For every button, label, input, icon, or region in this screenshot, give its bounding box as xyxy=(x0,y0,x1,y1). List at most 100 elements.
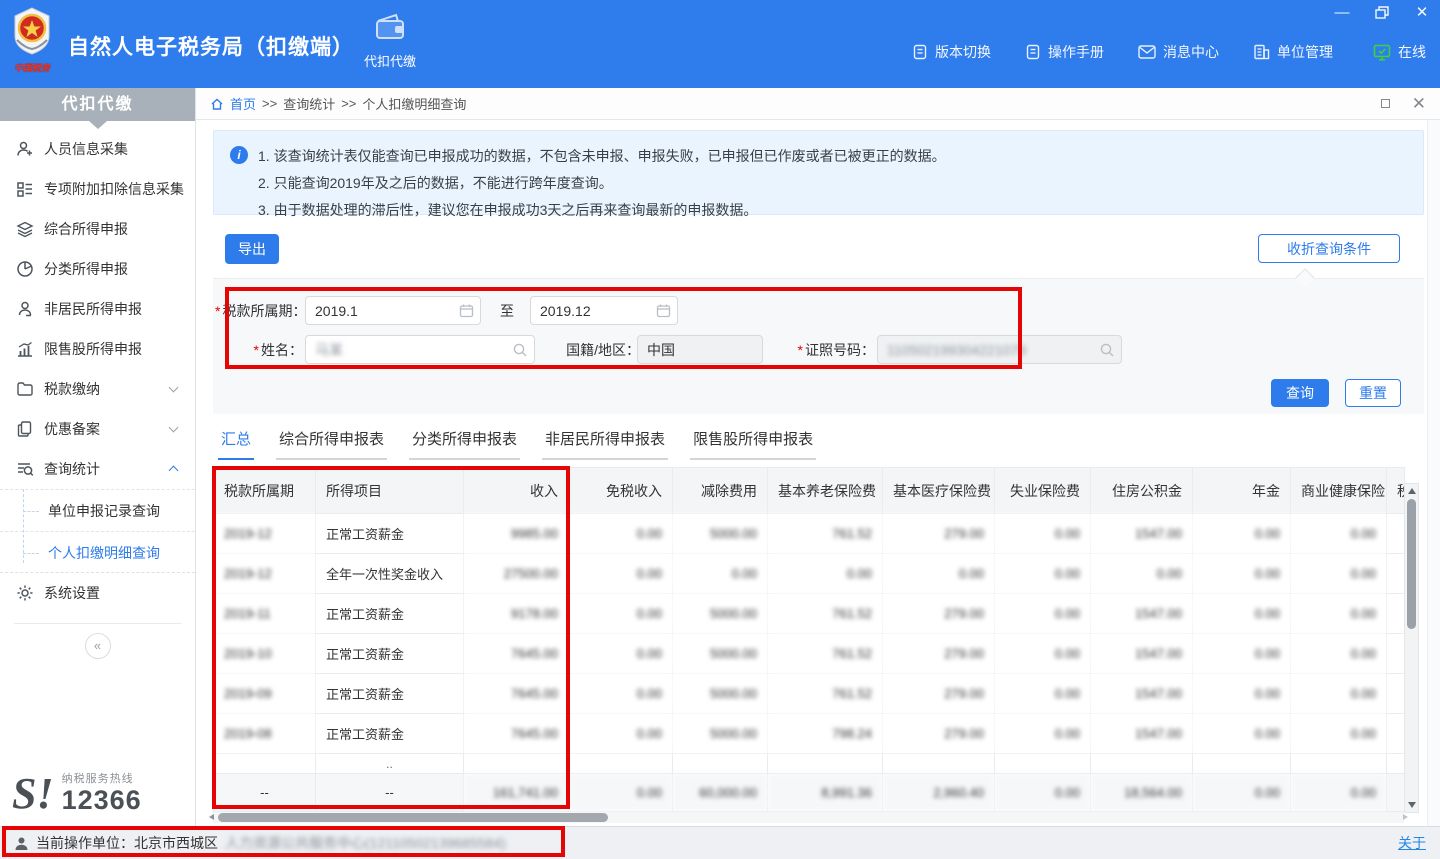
person-icon xyxy=(16,300,34,318)
table-ellipsis-row[interactable]: .. xyxy=(214,754,1405,774)
sidebar-collapse-button[interactable]: « xyxy=(85,633,111,659)
sidebar-subitem-label: 单位申报记录查询 xyxy=(48,503,160,519)
horizontal-scroll-thumb[interactable] xyxy=(218,813,608,822)
scroll-up-icon[interactable] xyxy=(1408,488,1416,494)
export-button[interactable]: 导出 xyxy=(225,234,279,264)
table-cell xyxy=(1193,754,1291,774)
table-row[interactable]: 2019-12全年一次性奖金收入27500.000.000.000.000.00… xyxy=(214,554,1405,594)
sidebar-item-classified-income[interactable]: 分类所得申报 xyxy=(0,249,195,289)
sidebar-item-personnel-info[interactable]: 人员信息采集 xyxy=(0,129,195,169)
sidebar-item-special-deduction[interactable]: 专项附加扣除信息采集 xyxy=(0,169,195,209)
sidebar-item-tax-payment[interactable]: 税款缴纳 xyxy=(0,369,195,409)
scroll-right-icon[interactable] xyxy=(1403,814,1408,820)
panel-maximize-icon[interactable] xyxy=(1381,99,1390,108)
search-button[interactable]: 查询 xyxy=(1271,379,1329,407)
content-titlebar: 首页 >> 查询统计 >> 个人扣缴明细查询 ✕ xyxy=(196,88,1440,120)
table-cell: 279.00 xyxy=(883,674,995,714)
table-summary-row[interactable]: ----161,741.000.0060,000.008,991.362,960… xyxy=(214,774,1405,812)
table-cell: 0.00 xyxy=(1291,514,1387,554)
minimize-icon[interactable]: — xyxy=(1334,4,1350,20)
breadcrumb-separator: >> xyxy=(341,96,356,111)
col-deduction: 减除费用 xyxy=(673,468,768,514)
table-horizontal-scrollbar[interactable] xyxy=(213,812,1404,823)
table-cell: 761.52 xyxy=(768,634,883,674)
col-tax-free-income: 免税收入 xyxy=(569,468,673,514)
sidebar-item-restricted-stock[interactable]: 限售股所得申报 xyxy=(0,329,195,369)
sidebar-item-nonresident-income[interactable]: 非居民所得申报 xyxy=(0,289,195,329)
id-number-input[interactable]: 110502199304221079 xyxy=(877,335,1122,364)
online-monitor-check-icon xyxy=(1373,44,1391,61)
table-row[interactable]: 2019-11正常工资薪金9178.000.005000.00761.52279… xyxy=(214,594,1405,634)
tab-restricted-stock-form[interactable]: 限售股所得申报表 xyxy=(690,428,816,460)
table-vertical-scrollbar[interactable] xyxy=(1404,483,1419,813)
reset-button[interactable]: 重置 xyxy=(1345,379,1401,407)
name-input[interactable]: 马某 xyxy=(305,335,535,364)
panel-close-icon[interactable]: ✕ xyxy=(1412,99,1426,109)
scroll-down-icon[interactable] xyxy=(1408,802,1416,808)
id-number-label: *证照号码： xyxy=(768,340,875,360)
close-icon[interactable]: ✕ xyxy=(1414,4,1430,20)
restore-icon[interactable] xyxy=(1374,4,1390,20)
layers-icon xyxy=(16,220,34,238)
window-controls: — ✕ xyxy=(1334,4,1430,20)
menu-version-switch[interactable]: 版本切换 xyxy=(912,42,991,62)
tab-withholding[interactable]: 代扣代缴 xyxy=(350,12,430,70)
tab-nonresident-income-form[interactable]: 非居民所得申报表 xyxy=(542,428,668,460)
sidebar-item-label: 专项附加扣除信息采集 xyxy=(44,179,184,199)
wallet-icon xyxy=(374,12,406,42)
table-cell xyxy=(1291,754,1387,774)
sidebar-panel-notch xyxy=(89,121,107,129)
sidebar-item-comprehensive-income[interactable]: 综合所得申报 xyxy=(0,209,195,249)
notice-line-3: 3. 由于数据处理的滞后性，建议您在申报成功3天之后再来查询最新的申报数据。 xyxy=(258,197,1409,224)
about-link[interactable]: 关于 xyxy=(1398,833,1426,853)
online-status[interactable]: 在线 xyxy=(1373,42,1426,62)
hotline-label: 纳税服务热线 xyxy=(62,770,142,786)
menu-message-center[interactable]: 消息中心 xyxy=(1138,42,1219,62)
table-cell: 1547.00 xyxy=(1091,714,1193,754)
folder-icon xyxy=(16,380,34,398)
sidebar-subitem-unit-declaration-query[interactable]: 单位申报记录查询 xyxy=(0,489,195,531)
scroll-left-icon[interactable] xyxy=(209,814,214,820)
table-cell: 0.00 xyxy=(883,554,995,594)
calendar-icon[interactable] xyxy=(656,303,671,318)
tax-hotline: S! 纳税服务热线 12366 xyxy=(12,770,142,814)
table-cell: 5000.00 xyxy=(673,594,768,634)
query-panel: *税款所属期： 2019.1 至 2019.12 xyxy=(213,278,1424,414)
table-cell: 正常工资薪金 xyxy=(316,594,464,634)
calendar-icon[interactable] xyxy=(459,303,474,318)
menu-unit-management[interactable]: 单位管理 xyxy=(1253,42,1333,62)
table-cell: 全年一次性奖金收入 xyxy=(316,554,464,594)
sidebar-item-preference-filing[interactable]: 优惠备案 xyxy=(0,409,195,449)
table-row[interactable]: 2019-08正常工资薪金7645.000.005000.00798.24279… xyxy=(214,714,1405,754)
collapse-query-button[interactable]: 收折查询条件 xyxy=(1258,234,1400,263)
content-scroll-track[interactable] xyxy=(1427,120,1440,826)
result-tabs: 汇总 综合所得申报表 分类所得申报表 非居民所得申报表 限售股所得申报表 xyxy=(218,428,816,460)
table-cell xyxy=(673,754,768,774)
table-row[interactable]: 2019-10正常工资薪金7645.000.005000.00761.52279… xyxy=(214,634,1405,674)
table-cell: 761.52 xyxy=(768,674,883,714)
tab-summary[interactable]: 汇总 xyxy=(218,428,254,460)
table-cell: .. xyxy=(316,754,464,774)
breadcrumb-home[interactable]: 首页 xyxy=(230,94,256,113)
tab-comprehensive-income-form[interactable]: 综合所得申报表 xyxy=(276,428,387,460)
table-row[interactable]: 2019-12正常工资薪金9985.000.005000.00761.52279… xyxy=(214,514,1405,554)
table-cell xyxy=(1387,754,1405,774)
sidebar-subitem-personal-withholding-query[interactable]: 个人扣缴明细查询 xyxy=(0,531,195,573)
period-to-input[interactable]: 2019.12 xyxy=(530,296,678,325)
table-cell: 7645.00 xyxy=(464,714,569,754)
menu-unit-management-label: 单位管理 xyxy=(1277,42,1333,62)
tab-classified-income-form[interactable]: 分类所得申报表 xyxy=(409,428,520,460)
table-row[interactable]: 2019-09正常工资薪金7645.000.005000.00761.52279… xyxy=(214,674,1405,714)
vertical-scroll-thumb[interactable] xyxy=(1407,499,1416,629)
search-icon[interactable] xyxy=(1099,342,1115,358)
menu-manual[interactable]: 操作手册 xyxy=(1025,42,1104,62)
table-cell: 9178.00 xyxy=(464,594,569,634)
breadcrumb-level2[interactable]: 查询统计 xyxy=(283,94,335,113)
col-commercial-health: 商业健康保险 xyxy=(1291,468,1387,514)
app-title: 自然人电子税务局（扣缴端） xyxy=(68,31,354,61)
sidebar-item-query-statistics[interactable]: 查询统计 xyxy=(0,449,195,489)
period-from-input[interactable]: 2019.1 xyxy=(305,296,481,325)
search-icon[interactable] xyxy=(512,342,528,358)
nationality-input[interactable]: 中国 xyxy=(637,335,763,364)
sidebar-item-system-settings[interactable]: 系统设置 xyxy=(0,573,195,613)
